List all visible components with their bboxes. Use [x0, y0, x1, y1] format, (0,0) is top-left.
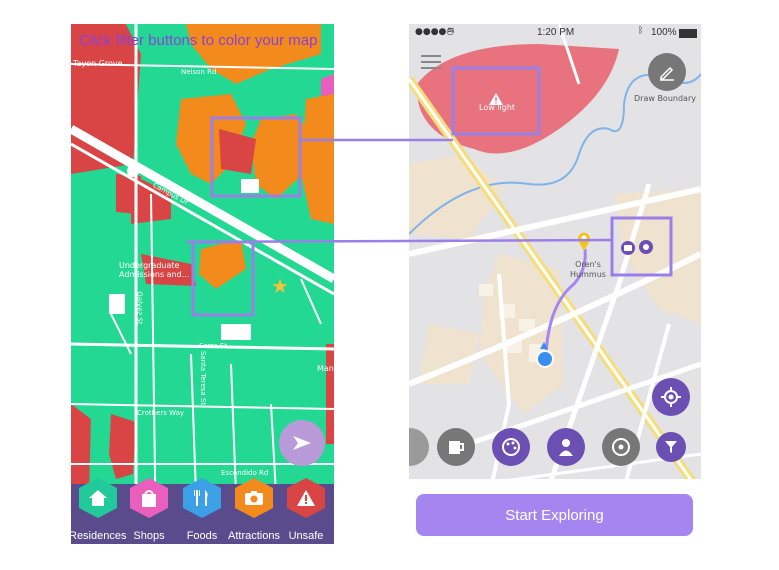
left-map[interactable]: [71, 24, 334, 544]
camera-icon: [245, 491, 263, 505]
person-icon: [559, 439, 573, 456]
map-label-road1: Nelson Rd: [181, 68, 217, 76]
mug-icon: [449, 441, 464, 454]
warning-icon: [297, 490, 315, 506]
food-icon: [643, 244, 649, 250]
fork-knife-icon: [194, 490, 208, 506]
direction-arrow-icon: [540, 342, 548, 349]
low-light-label: Low light: [479, 103, 516, 112]
map-label-building: Undergraduate Admissions and...: [119, 261, 190, 279]
camera-icon: [624, 245, 632, 251]
map-label-street3: Serra St: [199, 342, 228, 350]
map-label-street6: Santa Teresa St: [199, 350, 208, 406]
filter-label-foods: Foods: [186, 530, 218, 542]
map-label-edge: Man: [317, 364, 334, 373]
recenter-button[interactable]: [652, 378, 690, 416]
map-label-street4: Galvez St: [135, 291, 144, 325]
menu-button[interactable]: [421, 54, 441, 69]
map-label-street5: Escondido Rd: [221, 469, 269, 477]
location-pin-icon[interactable]: [577, 231, 591, 255]
draw-boundary-button[interactable]: [648, 53, 686, 91]
funnel-icon: [665, 441, 677, 453]
filter-label-shops: Shops: [133, 530, 165, 542]
star-marker-icon[interactable]: ★: [271, 276, 289, 296]
right-phone-screen: ●●●●○ ≋ 1:20 PM ᛒ 100% Draw Boundary Low…: [409, 24, 701, 544]
navigation-arrow-icon: [293, 436, 311, 450]
filter-label-unsafe: Unsafe: [288, 530, 324, 542]
bag-icon: [142, 490, 156, 507]
draw-boundary-label: Draw Boundary: [634, 94, 696, 103]
filter-label-attractions: Attractions: [228, 530, 280, 542]
navigate-button[interactable]: [279, 420, 325, 466]
poi-camera-marker[interactable]: [621, 241, 635, 255]
crosshair-icon: [661, 387, 681, 407]
home-icon: [89, 490, 107, 506]
left-phone-screen: Click filter buttons to color your map T…: [71, 24, 334, 544]
category-people-button[interactable]: [547, 428, 585, 466]
status-battery: 100%: [651, 27, 677, 38]
battery-icon: [679, 29, 697, 38]
category-drinks-button[interactable]: [437, 428, 475, 466]
pencil-icon: [660, 66, 674, 81]
category-music-button[interactable]: [602, 428, 640, 466]
category-art-button[interactable]: [492, 428, 530, 466]
bluetooth-icon: ᛒ: [638, 26, 644, 36]
map-banner: Click filter buttons to color your map: [79, 32, 318, 49]
filter-button[interactable]: [656, 432, 686, 462]
status-time: 1:20 PM: [537, 27, 575, 38]
start-exploring-button[interactable]: Start Exploring: [416, 494, 693, 536]
hamburger-icon: [421, 55, 441, 69]
filter-label-residences: Residences: [71, 530, 127, 542]
wifi-icon: ≋: [447, 26, 455, 36]
palette-icon: [502, 438, 520, 456]
user-location-marker: [536, 350, 554, 368]
pin-label: Oren's Hummus: [570, 260, 606, 279]
record-icon: [612, 438, 630, 456]
map-label-street7: Crothers Way: [137, 409, 185, 417]
start-exploring-label: Start Exploring: [505, 506, 604, 524]
poi-food-marker[interactable]: [639, 240, 653, 254]
map-label-area: Tayon Grove: [73, 59, 123, 68]
